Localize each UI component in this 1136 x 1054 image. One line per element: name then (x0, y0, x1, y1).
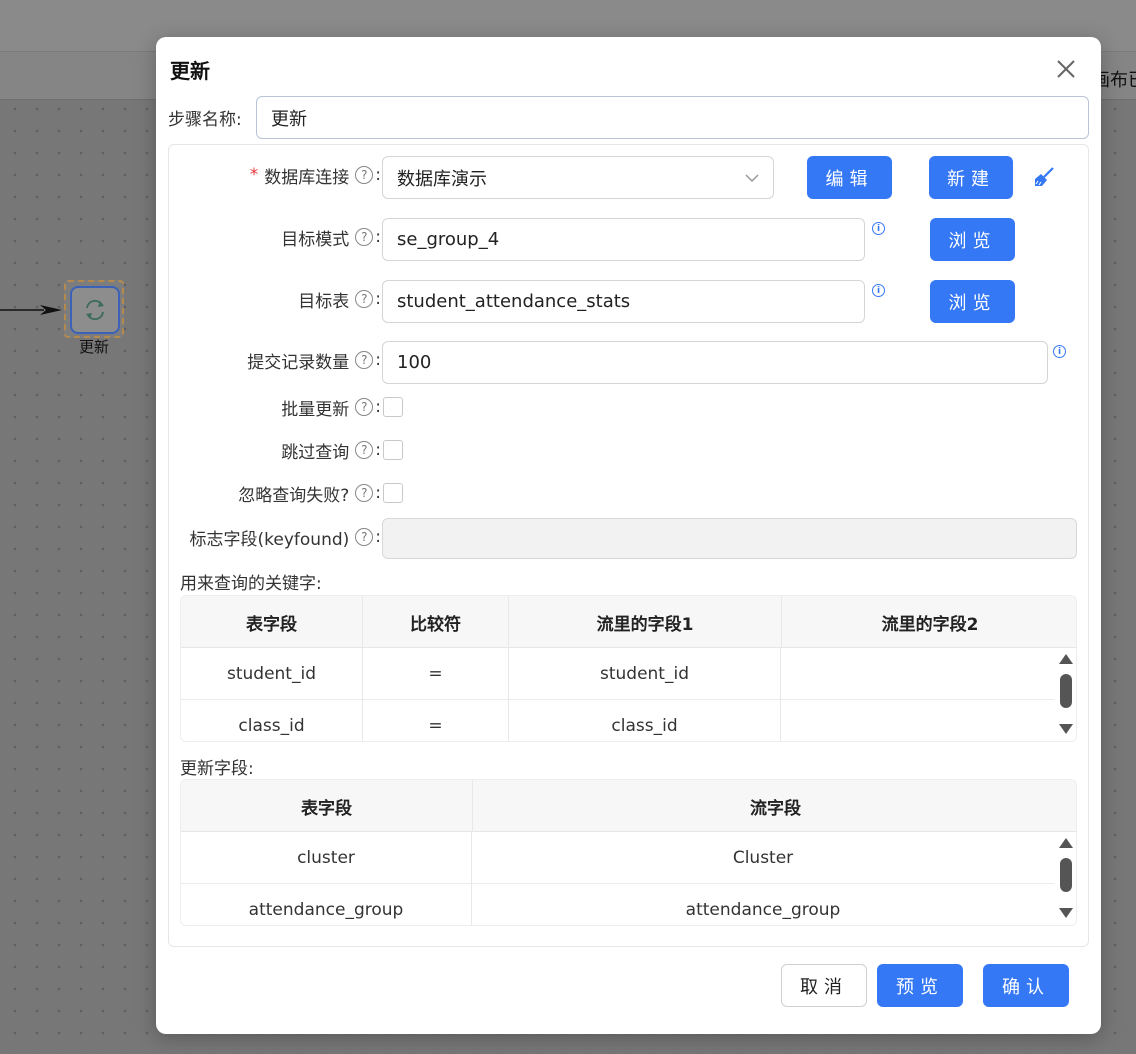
table-row[interactable]: class_id = class_id (181, 700, 1054, 741)
table-cell[interactable]: class_id (181, 700, 363, 741)
target-schema-label: 目标模式 ? : (281, 227, 381, 250)
table-cell[interactable]: Cluster (472, 832, 1054, 884)
column-header[interactable]: 流里的字段1 (509, 596, 782, 648)
flag-field-label: 标志字段(keyfound) ? : (189, 527, 381, 550)
table-cell[interactable] (781, 700, 1054, 741)
table-header: 表字段 流字段 (181, 780, 1076, 832)
scroll-up-icon[interactable] (1059, 838, 1073, 848)
chevron-down-icon (745, 174, 759, 183)
table-cell[interactable]: student_id (181, 648, 363, 700)
table-cell[interactable]: = (363, 648, 509, 700)
edit-connection-button[interactable]: 编辑 (807, 156, 892, 199)
batch-update-checkbox[interactable] (383, 397, 403, 417)
skip-lookup-checkbox[interactable] (383, 440, 403, 460)
scroll-down-icon[interactable] (1059, 908, 1073, 918)
info-icon: i (872, 284, 885, 297)
table-cell[interactable]: = (363, 700, 509, 741)
dialog-title: 更新 (170, 59, 210, 83)
update-fields-table: 表字段 流字段 cluster Cluster attendance_group… (180, 779, 1077, 926)
step-name-label: 步骤名称: (168, 110, 242, 130)
target-table-input[interactable]: student_attendance_stats (382, 280, 865, 323)
scrollbar-thumb[interactable] (1060, 858, 1072, 892)
flag-field-input (382, 518, 1077, 559)
table-cell[interactable]: attendance_group (181, 884, 472, 925)
table-row[interactable]: student_id = student_id (181, 648, 1054, 700)
update-dialog: 更新 步骤名称: 更新 * 数据库连接 ? : 数据库演示 编辑 新建 目标模式… (156, 37, 1101, 1034)
required-mark: * (249, 165, 259, 185)
target-schema-input[interactable]: se_group_4 (382, 218, 865, 261)
vertical-scrollbar[interactable] (1055, 832, 1076, 925)
step-name-input[interactable]: 更新 (256, 96, 1089, 139)
browse-schema-button[interactable]: 浏览 (930, 218, 1015, 261)
batch-update-label: 批量更新 ? : (281, 397, 381, 420)
commit-size-label: 提交记录数量 ? : (247, 350, 381, 373)
confirm-button[interactable]: 确认 (983, 964, 1069, 1007)
help-icon[interactable]: ? (355, 351, 374, 369)
step-name-value: 更新 (271, 108, 307, 130)
close-icon[interactable] (1054, 57, 1078, 81)
help-icon[interactable]: ? (355, 484, 374, 502)
lookup-keys-title: 用来查询的关键字: (180, 574, 322, 594)
table-cell[interactable]: attendance_group (472, 884, 1054, 925)
refresh-icon (70, 286, 120, 334)
db-connection-select[interactable]: 数据库演示 (382, 156, 774, 199)
table-cell[interactable]: class_id (509, 700, 781, 741)
update-fields-title: 更新字段: (180, 759, 254, 779)
scroll-down-icon[interactable] (1059, 724, 1073, 734)
table-cell[interactable] (781, 648, 1054, 700)
cancel-button[interactable]: 取消 (781, 964, 867, 1007)
column-header[interactable]: 表字段 (181, 596, 363, 648)
ignore-lookup-failure-checkbox[interactable] (383, 483, 403, 503)
table-header: 表字段 比较符 流里的字段1 流里的字段2 (181, 596, 1076, 648)
table-row[interactable]: attendance_group attendance_group (181, 884, 1054, 925)
help-icon[interactable]: ? (355, 398, 374, 416)
new-connection-button[interactable]: 新建 (929, 156, 1013, 199)
column-header[interactable]: 流字段 (473, 780, 1076, 832)
help-icon[interactable]: ? (355, 290, 374, 308)
help-icon[interactable]: ? (355, 441, 374, 459)
broom-icon[interactable] (1033, 166, 1055, 193)
info-icon: i (872, 222, 885, 235)
flow-node-update[interactable] (64, 280, 124, 338)
table-row[interactable]: cluster Cluster (181, 832, 1054, 884)
scroll-up-icon[interactable] (1059, 654, 1073, 664)
skip-lookup-label: 跳过查询 ? : (281, 440, 381, 463)
target-table-label: 目标表 ? : (298, 289, 381, 312)
form-panel: * 数据库连接 ? : 数据库演示 编辑 新建 目标模式 ? : se_grou… (168, 144, 1089, 947)
column-header[interactable]: 比较符 (363, 596, 509, 648)
flow-arrow-icon (0, 305, 62, 315)
scrollbar-thumb[interactable] (1060, 674, 1072, 708)
column-header[interactable]: 流里的字段2 (782, 596, 1076, 648)
commit-size-input[interactable]: 100 (382, 341, 1048, 384)
browse-table-button[interactable]: 浏览 (930, 280, 1015, 323)
db-connection-label: * 数据库连接 ? : (249, 165, 381, 188)
preview-button[interactable]: 预览 (877, 964, 963, 1007)
column-header[interactable]: 表字段 (181, 780, 473, 832)
help-icon[interactable]: ? (355, 166, 374, 184)
table-cell[interactable]: student_id (509, 648, 781, 700)
help-icon[interactable]: ? (355, 528, 374, 546)
vertical-scrollbar[interactable] (1055, 648, 1076, 741)
help-icon[interactable]: ? (355, 228, 374, 246)
info-icon: i (1053, 345, 1066, 358)
table-cell[interactable]: cluster (181, 832, 472, 884)
lookup-keys-table: 表字段 比较符 流里的字段1 流里的字段2 student_id = stude… (180, 595, 1077, 742)
ignore-lookup-failure-label: 忽略查询失败? ? : (238, 483, 381, 506)
flow-node-label: 更新 (78, 338, 109, 356)
